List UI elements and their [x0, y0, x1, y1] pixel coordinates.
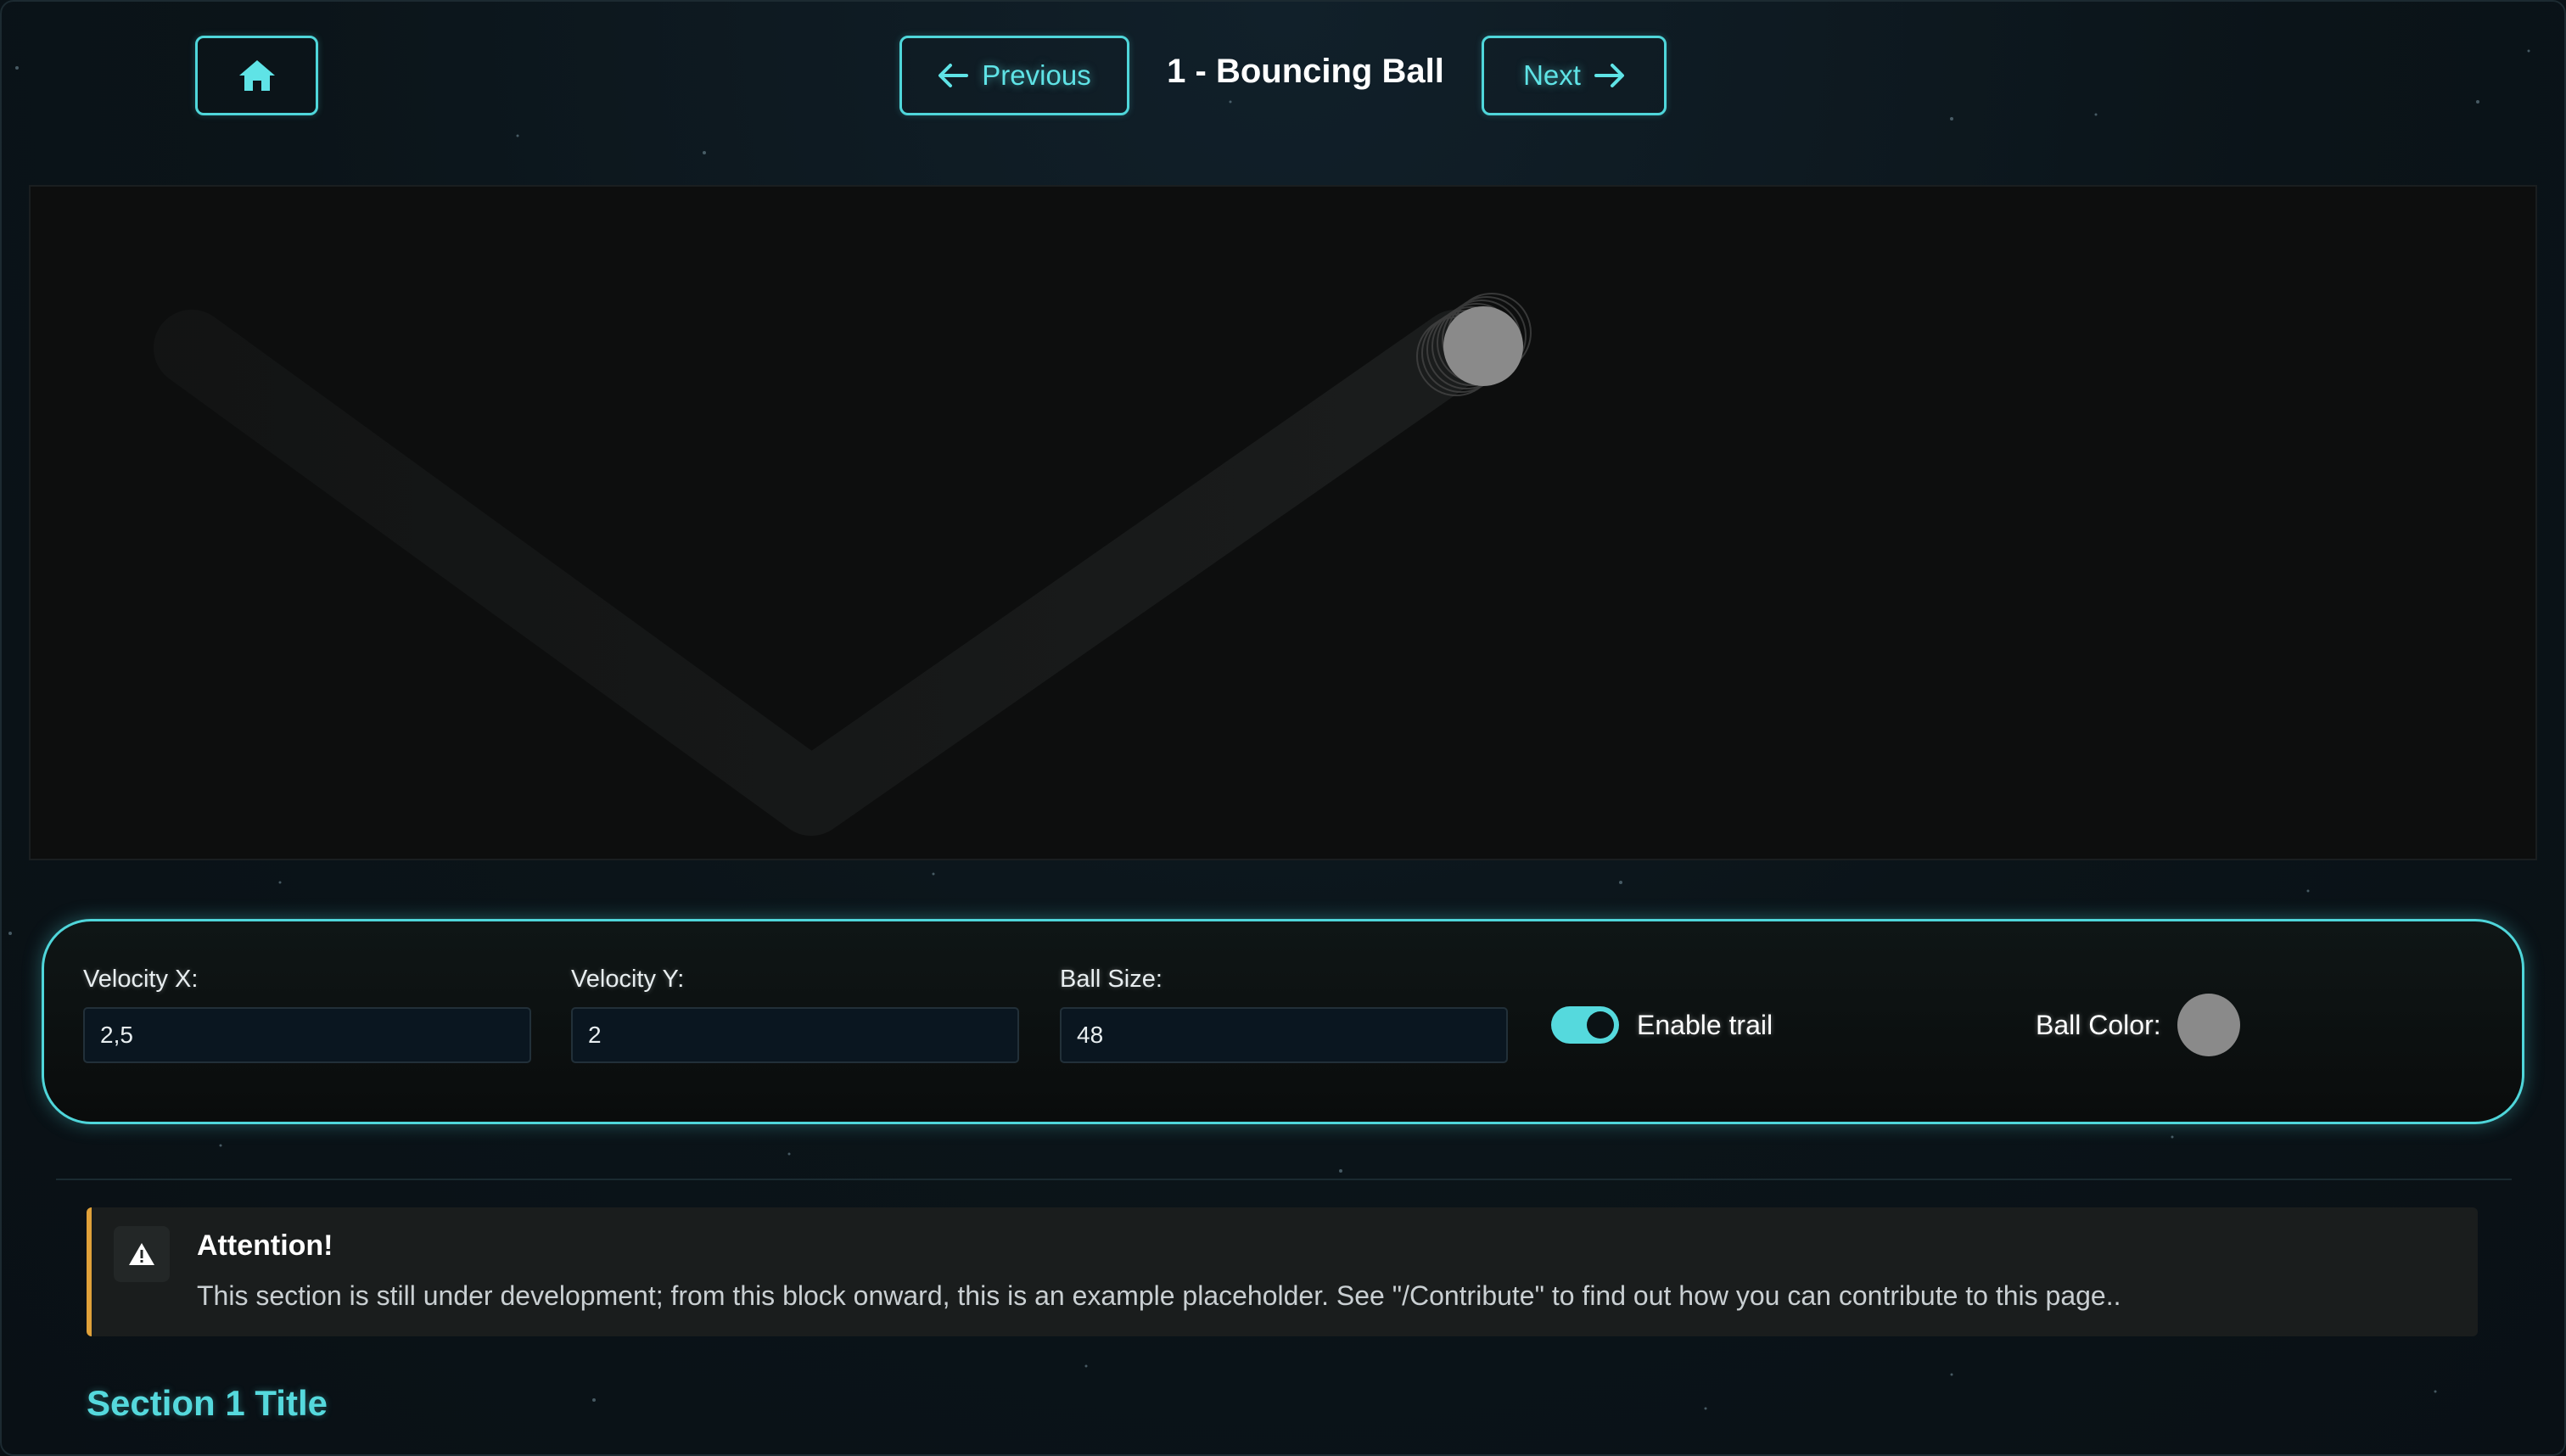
trail-toggle[interactable]: [1551, 1006, 1619, 1044]
trail-toggle-label: Enable trail: [1637, 1010, 1773, 1040]
arrow-right-icon: [1594, 64, 1624, 87]
section-title: Section 1 Title: [87, 1383, 328, 1423]
ball-size-label: Ball Size:: [1060, 966, 1163, 993]
ball: [1443, 306, 1523, 386]
ball-color-label: Ball Color:: [2036, 1010, 2161, 1040]
attention-alert: Attention! This section is still under d…: [87, 1207, 2478, 1336]
next-button[interactable]: Next: [1482, 36, 1667, 115]
velocity-x-input[interactable]: [83, 1007, 531, 1063]
home-button[interactable]: [195, 36, 318, 115]
warning-icon: [114, 1226, 170, 1282]
velocity-y-label: Velocity Y:: [571, 966, 685, 993]
next-label: Next: [1523, 59, 1581, 91]
alert-text: This section is still under development;…: [197, 1280, 2121, 1311]
velocity-x-label: Velocity X:: [83, 966, 199, 993]
toggle-knob: [1587, 1011, 1614, 1039]
velocity-y-input[interactable]: [571, 1007, 1019, 1063]
arrow-left-icon: [938, 64, 969, 87]
ball-color-picker[interactable]: [2177, 994, 2240, 1056]
ball-size-input[interactable]: [1060, 1007, 1508, 1063]
ball-trail: [154, 310, 1494, 836]
page-title: 1 - Bouncing Ball: [1167, 53, 1444, 90]
previous-label: Previous: [982, 59, 1091, 91]
simulation-drawing: [154, 293, 1532, 836]
simulation-canvas[interactable]: [29, 185, 2537, 860]
alert-title: Attention!: [197, 1229, 333, 1262]
previous-button[interactable]: Previous: [899, 36, 1129, 115]
controls-panel: Velocity X: Velocity Y: Ball Size: Enabl…: [42, 919, 2524, 1124]
divider: [56, 1179, 2512, 1180]
home-icon: [238, 60, 275, 91]
